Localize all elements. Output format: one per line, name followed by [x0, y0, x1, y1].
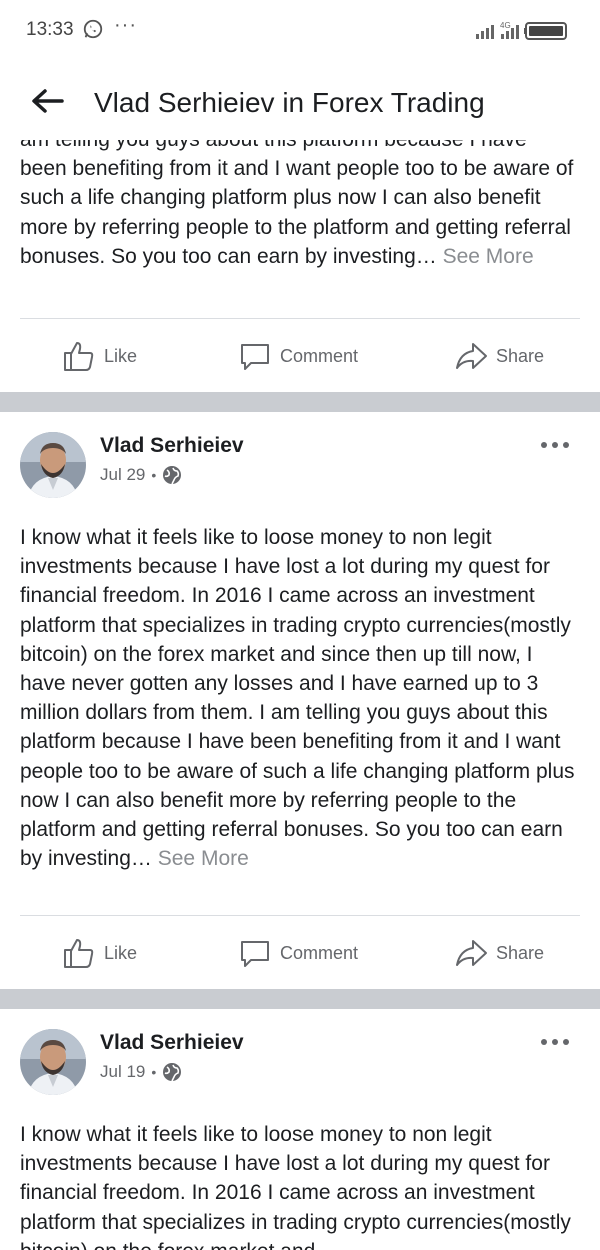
comment-button[interactable]: Comment	[238, 923, 358, 983]
see-more-link[interactable]: See More	[158, 847, 249, 870]
page-title: Vlad Serhieiev in Forex Trading	[94, 87, 485, 118]
post-meta: Jul 19 •	[100, 1062, 182, 1082]
post-meta: Jul 29 •	[100, 465, 182, 485]
share-label: Share	[496, 942, 545, 963]
app-header: Vlad Serhieiev in Forex Trading	[0, 62, 600, 140]
meta-separator: •	[151, 1064, 157, 1080]
avatar[interactable]	[20, 1029, 86, 1095]
post-header-2: Vlad Serhieiev Jul 29 •	[0, 432, 600, 522]
avatar-image	[20, 432, 86, 498]
post-card-1: am telling you guys about this platform …	[0, 140, 600, 302]
post-body-2: I know what it feels like to loose money…	[0, 523, 600, 873]
see-more-link[interactable]: See More	[443, 245, 534, 268]
feed[interactable]: am telling you guys about this platform …	[0, 140, 600, 1250]
post-text: I know what it feels like to loose money…	[20, 526, 575, 871]
like-button[interactable]: Like	[62, 923, 137, 983]
signal-icon	[476, 25, 494, 39]
author-name[interactable]: Vlad Serhieiev	[100, 434, 244, 458]
whatsapp-icon	[83, 19, 103, 39]
globe-icon	[163, 466, 182, 485]
meta-separator: •	[151, 467, 157, 483]
share-label: Share	[496, 345, 545, 366]
status-bar: 13:33 ··· 4G	[0, 0, 600, 62]
divider	[20, 915, 580, 916]
status-time: 13:33	[26, 19, 74, 40]
like-label: Like	[104, 345, 138, 366]
share-button[interactable]: Share	[454, 326, 544, 386]
status-indicators: 4G	[476, 21, 567, 40]
post-body-3: I know what it feels like to loose money…	[0, 1120, 600, 1250]
share-icon	[456, 343, 487, 369]
like-label: Like	[104, 942, 138, 963]
back-arrow-icon[interactable]	[30, 86, 64, 116]
network-type: 4G	[500, 21, 511, 30]
notification-overflow-icon: ···	[114, 14, 137, 36]
comment-label: Comment	[280, 345, 359, 366]
like-icon	[64, 342, 94, 371]
more-options-icon[interactable]	[540, 438, 570, 452]
comment-label: Comment	[280, 942, 359, 963]
post-separator	[0, 392, 600, 412]
like-icon	[64, 939, 94, 968]
author-name[interactable]: Vlad Serhieiev	[100, 1031, 244, 1055]
post-text: am telling you guys about this platform …	[20, 140, 574, 268]
share-icon	[456, 940, 487, 966]
post-header-3: Vlad Serhieiev Jul 19 •	[0, 1029, 600, 1119]
globe-icon	[163, 1063, 182, 1082]
post-date[interactable]: Jul 29	[100, 465, 145, 485]
comment-button[interactable]: Comment	[238, 326, 358, 386]
more-options-icon[interactable]	[540, 1035, 570, 1049]
post-text: I know what it feels like to loose money…	[20, 1123, 571, 1250]
post-actions-2: Like Comment Share	[0, 923, 600, 983]
post-separator	[0, 989, 600, 1009]
divider	[20, 318, 580, 319]
avatar[interactable]	[20, 432, 86, 498]
battery-icon	[524, 22, 567, 40]
comment-icon	[241, 344, 269, 370]
avatar-image	[20, 1029, 86, 1095]
share-button[interactable]: Share	[454, 923, 544, 983]
post-date[interactable]: Jul 19	[100, 1062, 145, 1082]
post-actions-1: Like Comment Share	[0, 326, 600, 386]
like-button[interactable]: Like	[62, 326, 137, 386]
comment-icon	[241, 941, 269, 967]
